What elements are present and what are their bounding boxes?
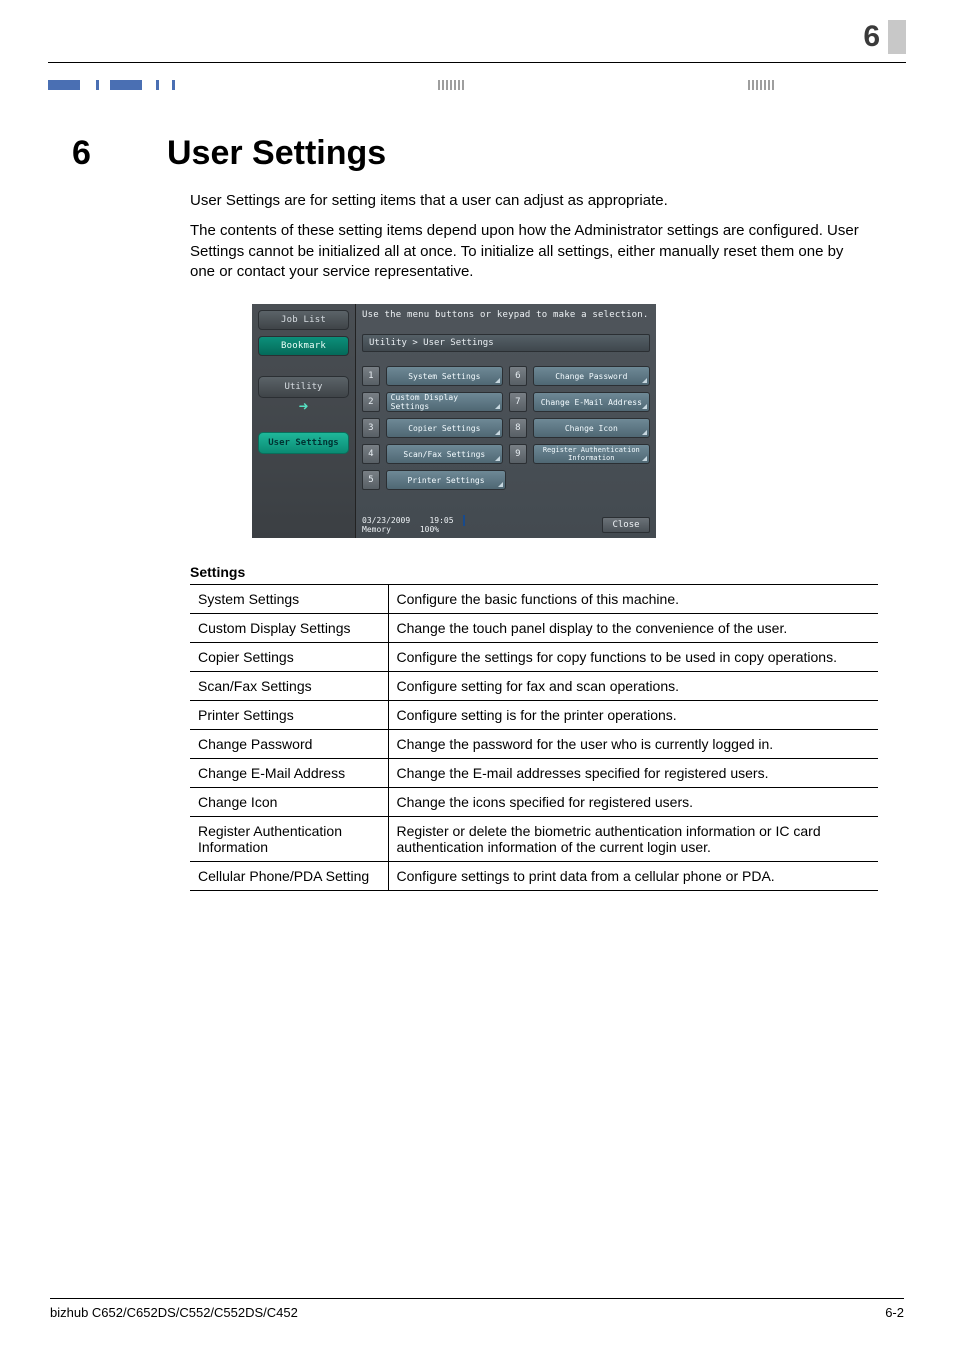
menu-num: 5 <box>362 470 380 490</box>
table-row: Change E-Mail AddressChange the E-mail a… <box>190 759 878 788</box>
menu-system-settings[interactable]: System Settings <box>386 366 503 386</box>
setting-desc: Change the icons specified for registere… <box>388 788 878 817</box>
table-row: Change PasswordChange the password for t… <box>190 730 878 759</box>
status-memory-value: 100% <box>420 525 439 534</box>
setting-name: Change Icon <box>190 788 388 817</box>
setting-name: System Settings <box>190 585 388 614</box>
menu-label: Scan/Fax Settings <box>403 450 485 459</box>
tab-job-list[interactable]: Job List <box>258 310 349 330</box>
table-row: Cellular Phone/PDA SettingConfigure sett… <box>190 862 878 891</box>
header-rule <box>48 62 906 63</box>
settings-section-title: Settings <box>190 564 886 580</box>
menu-num: 6 <box>509 366 527 386</box>
close-button[interactable]: Close <box>602 517 650 533</box>
table-row: Copier SettingsConfigure the settings fo… <box>190 643 878 672</box>
memory-icon <box>463 515 465 526</box>
setting-desc: Change the touch panel display to the co… <box>388 614 878 643</box>
table-row: System SettingsConfigure the basic funct… <box>190 585 878 614</box>
heading-text: User Settings <box>167 134 386 173</box>
menu-label: System Settings <box>408 372 480 381</box>
table-row: Custom Display SettingsChange the touch … <box>190 614 878 643</box>
menu-custom-display-settings[interactable]: Custom Display Settings <box>386 392 503 412</box>
menu-label: Change Icon <box>565 424 618 433</box>
setting-desc: Change the E-mail addresses specified fo… <box>388 759 878 788</box>
menu-change-icon[interactable]: Change Icon <box>533 418 650 438</box>
setting-name: Custom Display Settings <box>190 614 388 643</box>
tab-bookmark[interactable]: Bookmark <box>258 336 349 356</box>
chapter-number-top: 6 <box>863 20 906 54</box>
setting-desc: Register or delete the biometric authent… <box>388 817 878 862</box>
menu-copier-settings[interactable]: Copier Settings <box>386 418 503 438</box>
setting-name: Copier Settings <box>190 643 388 672</box>
hint-text: Use the menu buttons or keypad to make a… <box>362 310 650 324</box>
menu-printer-settings[interactable]: Printer Settings <box>386 470 506 490</box>
setting-desc: Configure setting for fax and scan opera… <box>388 672 878 701</box>
setting-desc: Configure settings to print data from a … <box>388 862 878 891</box>
table-row: Change IconChange the icons specified fo… <box>190 788 878 817</box>
menu-num: 3 <box>362 418 380 438</box>
menu-num: 4 <box>362 444 380 464</box>
table-row: Printer SettingsConfigure setting is for… <box>190 701 878 730</box>
menu-register-auth-info[interactable]: Register Authentication Information <box>533 444 650 464</box>
decorative-tick-strip <box>48 80 906 90</box>
chevron-down-icon: ➜ <box>296 400 312 412</box>
nav-utility[interactable]: Utility <box>258 376 349 398</box>
menu-label: Custom Display Settings <box>391 393 498 411</box>
menu-change-password[interactable]: Change Password <box>533 366 650 386</box>
setting-desc: Change the password for the user who is … <box>388 730 878 759</box>
menu-num: 9 <box>509 444 527 464</box>
menu-label: Change E-Mail Address <box>541 398 642 407</box>
footer-left: bizhub C652/C652DS/C552/C552DS/C452 <box>50 1305 298 1320</box>
setting-desc: Configure setting is for the printer ope… <box>388 701 878 730</box>
menu-scan-fax-settings[interactable]: Scan/Fax Settings <box>386 444 503 464</box>
breadcrumb: Utility > User Settings <box>362 334 650 352</box>
setting-desc: Configure the basic functions of this ma… <box>388 585 878 614</box>
menu-num: 7 <box>509 392 527 412</box>
setting-name: Printer Settings <box>190 701 388 730</box>
setting-name: Cellular Phone/PDA Setting <box>190 862 388 891</box>
menu-num: 2 <box>362 392 380 412</box>
status-memory-label: Memory <box>362 525 391 534</box>
intro-paragraph-2: The contents of these setting items depe… <box>190 221 864 282</box>
intro-paragraph-1: User Settings are for setting items that… <box>190 191 864 211</box>
table-row: Register Authentication InformationRegis… <box>190 817 878 862</box>
menu-num: 8 <box>509 418 527 438</box>
menu-label: Printer Settings <box>407 476 484 485</box>
setting-name: Change Password <box>190 730 388 759</box>
status-date: 03/23/2009 <box>362 516 410 525</box>
menu-label: Copier Settings <box>408 424 480 433</box>
nav-user-settings[interactable]: User Settings <box>258 432 349 454</box>
menu-num: 1 <box>362 366 380 386</box>
table-row: Scan/Fax SettingsConfigure setting for f… <box>190 672 878 701</box>
menu-label: Change Password <box>555 372 627 381</box>
menu-change-email-address[interactable]: Change E-Mail Address <box>533 392 650 412</box>
setting-name: Change E-Mail Address <box>190 759 388 788</box>
status-time: 19:05 <box>429 516 453 525</box>
setting-name: Register Authentication Information <box>190 817 388 862</box>
setting-desc: Configure the settings for copy function… <box>388 643 878 672</box>
device-screenshot: Job List Bookmark Utility ➜ User Setting… <box>252 304 656 538</box>
footer-right: 6-2 <box>885 1305 904 1320</box>
menu-label: Register Authentication Information <box>538 446 645 462</box>
heading-number: 6 <box>72 134 167 173</box>
settings-table: System SettingsConfigure the basic funct… <box>190 584 878 891</box>
setting-name: Scan/Fax Settings <box>190 672 388 701</box>
